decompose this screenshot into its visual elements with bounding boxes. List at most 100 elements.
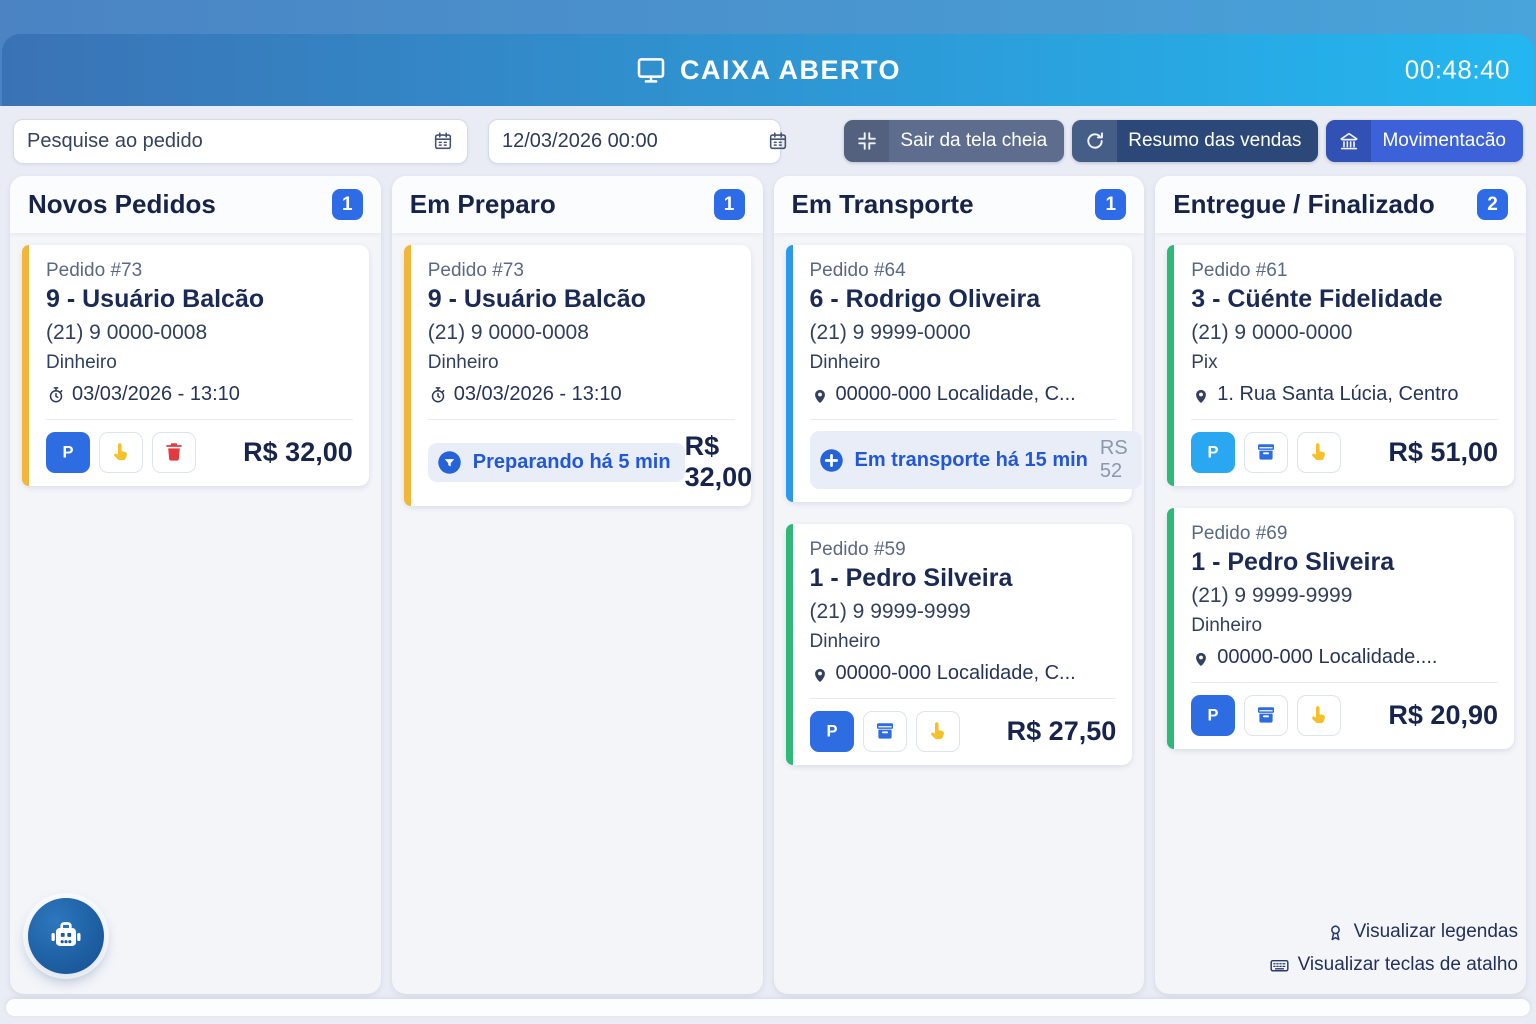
customer-name: 6 - Rodrigo Oliveira bbox=[810, 285, 1117, 314]
trash-button[interactable] bbox=[152, 432, 196, 473]
robot-icon bbox=[46, 916, 86, 956]
order-card[interactable]: Pedido #739 - Usuário Balcão(21) 9 0000-… bbox=[404, 245, 751, 506]
meta-text: 03/03/2026 - 13:10 bbox=[454, 383, 622, 406]
meta-text: 03/03/2026 - 13:10 bbox=[72, 383, 240, 406]
sales-summary-button[interactable]: Resumo das vendas bbox=[1072, 120, 1318, 162]
movement-label: Movimentacão bbox=[1371, 130, 1523, 152]
status-badge: Em transporte há 15 minRS 52 bbox=[810, 431, 1142, 489]
print-icon: P bbox=[1201, 440, 1225, 464]
order-total: R$ 51,00 bbox=[1388, 437, 1498, 468]
bottom-strip bbox=[6, 999, 1530, 1016]
phone-number: (21) 9 0000-0000 bbox=[1191, 321, 1498, 345]
search-input[interactable] bbox=[27, 130, 432, 153]
kanban-column: Novos Pedidos1 Pedido #73 9 - Usuário Balc… bbox=[10, 176, 381, 994]
hand-icon bbox=[926, 719, 950, 743]
search-input-box[interactable] bbox=[13, 119, 468, 164]
toolbar-buttons: Sair da tela cheiaResumo das vendas Movim… bbox=[836, 120, 1523, 162]
view-legends-label: Visualizar legendas bbox=[1354, 921, 1518, 943]
compress-icon bbox=[844, 120, 889, 162]
delivery-address: 00000-000 Localidade.... bbox=[1191, 646, 1498, 669]
order-datetime: 03/03/2026 - 13:10 bbox=[428, 383, 735, 406]
app-header: CAIXA ABERTO 00:48:40 bbox=[2, 34, 1534, 106]
meta-text: 1. Rua Santa Lúcia, Centro bbox=[1217, 383, 1458, 406]
view-legends-link[interactable]: Visualizar legendas bbox=[1325, 921, 1518, 943]
payment-method: Dinheiro bbox=[810, 631, 1117, 653]
phone-number: (21) 9 0000-0008 bbox=[428, 321, 735, 345]
column-body: Pedido #73 9 - Usuário Balcão (21) 9 0000-… bbox=[10, 233, 381, 498]
view-shortcuts-link[interactable]: Visualizar teclas de atalho bbox=[1269, 954, 1518, 976]
archive-button[interactable] bbox=[863, 711, 907, 752]
order-total: R$ 27,50 bbox=[1007, 716, 1117, 747]
calendar-icon bbox=[432, 130, 454, 152]
archive-button[interactable] bbox=[1244, 695, 1288, 736]
toolbar: Sair da tela cheiaResumo das vendas Movim… bbox=[0, 106, 1536, 176]
kanban-column: Em Transporte1Pedido #646 - Rodrigo Oliv… bbox=[774, 176, 1145, 994]
hand-button[interactable] bbox=[99, 432, 143, 473]
order-card[interactable]: Pedido #646 - Rodrigo Oliveira(21) 9 999… bbox=[786, 245, 1133, 502]
kanban-column: Entregue / Finalizado 2 Pedido #613 - Cüén… bbox=[1155, 176, 1526, 994]
order-card[interactable]: Pedido #73 9 - Usuário Balcão (21) 9 0000-… bbox=[22, 245, 369, 486]
archive-button[interactable] bbox=[1244, 432, 1288, 473]
assistant-bot-button[interactable] bbox=[28, 898, 104, 974]
meta-text: 00000-000 Localidade.... bbox=[1217, 646, 1437, 669]
print-button[interactable]: P bbox=[810, 711, 854, 752]
order-number: Pedido #73 bbox=[428, 260, 735, 282]
column-count-badge: 1 bbox=[714, 189, 745, 220]
print-button[interactable]: P bbox=[1191, 695, 1235, 736]
hand-button[interactable] bbox=[1297, 695, 1341, 736]
order-number: Pedido #59 bbox=[810, 539, 1117, 561]
payment-method: Pix bbox=[1191, 352, 1498, 374]
order-total: R$ 32,00 bbox=[685, 431, 753, 493]
payment-method: Dinheiro bbox=[428, 352, 735, 374]
column-header: Novos Pedidos1 bbox=[10, 176, 381, 233]
pin-icon bbox=[810, 664, 830, 684]
customer-name: 3 - Cüénte Fidelidade bbox=[1191, 285, 1498, 314]
hand-button[interactable] bbox=[1297, 432, 1341, 473]
print-icon: P bbox=[1201, 703, 1225, 727]
card-footer: Em transporte há 15 minRS 52 bbox=[810, 431, 1117, 489]
phone-number: (21) 9 0000-0008 bbox=[46, 321, 353, 345]
order-card[interactable]: Pedido #691 - Pedro Sliveira(21) 9 9999-… bbox=[1167, 508, 1514, 749]
order-card[interactable]: Pedido #613 - Cüénte Fidelidade(21) 9 00… bbox=[1167, 245, 1514, 486]
order-number: Pedido #73 bbox=[46, 260, 353, 282]
exit-fullscreen-button[interactable]: Sair da tela cheia bbox=[844, 120, 1064, 162]
card-footer: PR$ 20,90 bbox=[1191, 694, 1498, 736]
card-divider bbox=[1191, 419, 1498, 420]
date-filter-input[interactable] bbox=[502, 130, 767, 153]
payment-method: Dinheiro bbox=[46, 352, 353, 374]
medal-icon bbox=[1325, 922, 1346, 943]
hand-icon bbox=[1307, 703, 1331, 727]
archive-icon bbox=[1254, 440, 1278, 464]
refresh-icon bbox=[1072, 120, 1117, 162]
status-badge: Preparando há 5 min bbox=[428, 443, 685, 482]
card-divider bbox=[810, 698, 1117, 699]
payment-method: Dinheiro bbox=[810, 352, 1117, 374]
svg-text:P: P bbox=[826, 722, 837, 740]
column-title: Entregue / Finalizado bbox=[1173, 189, 1434, 220]
stopwatch-icon bbox=[46, 385, 66, 405]
card-accent bbox=[1167, 508, 1174, 749]
column-title: Em Preparo bbox=[410, 189, 556, 220]
date-filter-box[interactable] bbox=[488, 119, 781, 164]
column-header: Entregue / Finalizado 2 bbox=[1155, 176, 1526, 233]
archive-icon bbox=[873, 719, 897, 743]
kanban-board: Novos Pedidos1 Pedido #73 9 - Usuário Balc… bbox=[0, 176, 1536, 994]
pin-icon bbox=[1191, 648, 1211, 668]
delivery-address: 00000-000 Localidade, C... bbox=[810, 662, 1117, 685]
card-accent bbox=[22, 245, 29, 486]
card-divider bbox=[810, 419, 1117, 420]
delivery-address: 00000-000 Localidade, C... bbox=[810, 383, 1117, 406]
hand-icon bbox=[1307, 440, 1331, 464]
card-footer: PR$ 32,00 bbox=[46, 431, 353, 473]
hand-button[interactable] bbox=[916, 711, 960, 752]
calendar-icon bbox=[767, 130, 789, 152]
card-divider bbox=[1191, 682, 1498, 683]
order-number: Pedido #69 bbox=[1191, 523, 1498, 545]
order-card[interactable]: Pedido #591 - Pedro Silveira(21) 9 9999-… bbox=[786, 524, 1133, 765]
print-button[interactable]: P bbox=[46, 432, 90, 473]
trash-icon bbox=[162, 440, 186, 464]
movement-button[interactable]: Movimentacão bbox=[1326, 120, 1523, 162]
customer-name: 9 - Usuário Balcão bbox=[46, 285, 353, 314]
print-button[interactable]: P bbox=[1191, 432, 1235, 473]
column-count-badge: 2 bbox=[1477, 189, 1508, 220]
